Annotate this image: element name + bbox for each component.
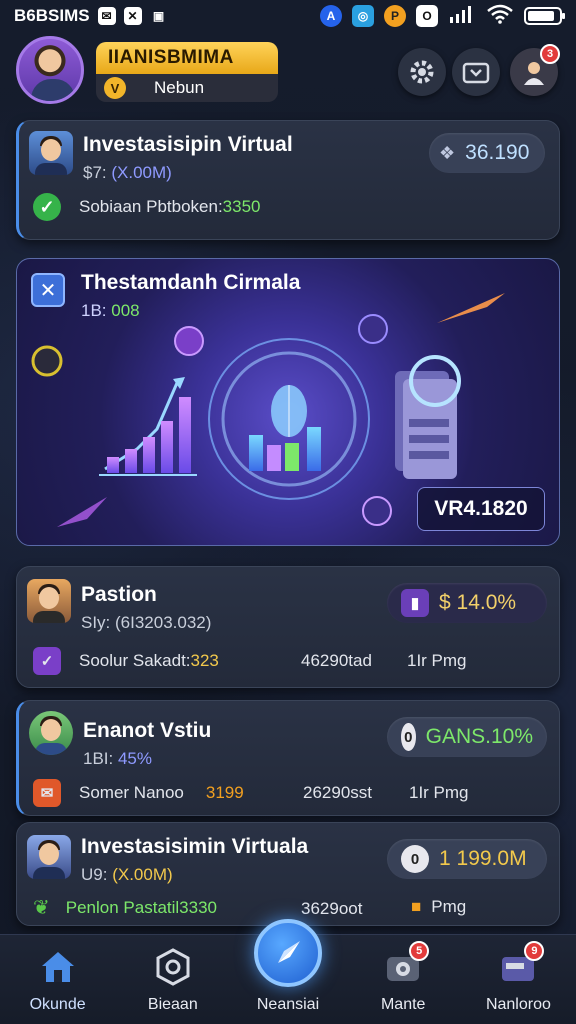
card-title: Investasisipin Virtual xyxy=(83,133,293,156)
user-avatar[interactable] xyxy=(16,36,84,104)
stat-value: 323 xyxy=(190,651,219,670)
battery-icon xyxy=(524,7,565,25)
card-subtitle: U9: (X.00M) xyxy=(81,865,173,884)
stat-meta-row: ■ Pmg xyxy=(411,897,466,917)
nav-mante[interactable]: 5 Mante xyxy=(346,935,461,1024)
value-pill[interactable]: 0 1 199.0M xyxy=(387,839,547,879)
stat-amount: 3629oot xyxy=(301,899,363,918)
wallet-icon xyxy=(462,62,490,84)
investment-card-2[interactable]: Pastion SIy: (6I3203.032) ✓ Soolur Sakad… xyxy=(16,566,560,688)
lock-icon: ▮ xyxy=(401,589,429,617)
banner-title: Thestamdanh Cirmala xyxy=(81,271,301,294)
status-time: B6BSIMS xyxy=(14,6,90,25)
bag-icon: ■ xyxy=(411,897,422,916)
check-icon: ✓ xyxy=(33,193,61,221)
close-box-icon[interactable]: ✕ xyxy=(31,273,65,307)
nav-badge: 5 xyxy=(409,941,430,961)
card-title: Pastion xyxy=(81,583,157,606)
nav-bieaan[interactable]: Bieaan xyxy=(115,935,230,1024)
card-stats-row: ✉ Somer Nanoo 3199 xyxy=(33,779,244,807)
nav-badge: 9 xyxy=(524,941,545,961)
card-title: Enanot Vstiu xyxy=(83,719,212,742)
profile-header: IIANISBMIMA V Nebun 3 xyxy=(0,34,576,110)
pill-value: 1 199.0M xyxy=(439,847,527,870)
card-thumbnail xyxy=(27,579,71,623)
card-thumbnail xyxy=(29,711,73,755)
nav-home[interactable]: Okunde xyxy=(0,935,115,1024)
pill-value: 36.190 xyxy=(465,141,530,164)
value-pill[interactable]: 0 GANS.10% xyxy=(387,717,547,757)
coin-icon: V xyxy=(104,77,126,99)
stat-label: Soolur Sakadt: xyxy=(79,651,191,670)
check-square-icon: ✓ xyxy=(33,647,61,675)
white-app-icon: O xyxy=(416,5,438,27)
nav-label: Nanloroo xyxy=(485,996,551,1013)
leaf-icon: ❦ xyxy=(33,897,50,919)
mail-icon: ✉ xyxy=(97,7,116,25)
stat-meta: 1Ir Pmg xyxy=(409,783,469,802)
card-subtitle: $7: (X.00M) xyxy=(83,163,172,182)
nav-center[interactable]: Neansiai xyxy=(230,919,345,1024)
stat-label: Penlon Pastatil xyxy=(65,897,180,917)
stack-icon: ❖ xyxy=(439,142,456,163)
value-pill[interactable]: ▮ $ 14.0% xyxy=(387,583,547,623)
pill-value: GANS.10% xyxy=(425,725,533,748)
nav-label: Okunde xyxy=(29,996,86,1013)
stat-meta: 1Ir Pmg xyxy=(407,651,467,670)
gear-icon xyxy=(410,60,434,84)
wallet-icon: 9 xyxy=(496,941,545,987)
teal-app-icon: ◎ xyxy=(352,5,374,27)
card-subtitle: 1BI: 45% xyxy=(83,749,152,768)
stat-amount: 46290tad xyxy=(301,651,372,670)
signal-icon xyxy=(448,4,476,29)
nav-label: Neansiai xyxy=(256,996,320,1013)
notification-badge: 3 xyxy=(540,44,560,64)
nav-nanloroo[interactable]: 9 Nanloroo xyxy=(461,935,576,1024)
card-thumbnail xyxy=(27,835,71,879)
coin-icon: 0 xyxy=(401,845,429,873)
card-status-row: ✓ Sobiaan Pbtboken: 3350 xyxy=(33,193,261,221)
stat-amount: 26290sst xyxy=(303,783,372,802)
coin-icon: 0 xyxy=(401,723,416,751)
profile-button[interactable]: 3 xyxy=(510,44,560,96)
banner-subtitle: 1B: 008 xyxy=(81,301,140,320)
card-stats-row: ✓ Soolur Sakadt: 323 xyxy=(33,647,219,675)
stat-meta: Pmg xyxy=(431,897,467,916)
status-label: Sobiaan Pbtboken: xyxy=(79,197,223,216)
featured-banner[interactable]: ✕ Thestamdanh Cirmala 1B: 008 VR4.1820 xyxy=(16,258,560,546)
x-icon: ✕ xyxy=(123,7,142,25)
image-icon: ▣ xyxy=(152,9,165,23)
camera-icon: 5 xyxy=(381,941,430,987)
pill-value: $ 14.0% xyxy=(439,591,517,614)
blue-app-icon: A xyxy=(320,5,342,27)
compass-icon[interactable] xyxy=(254,919,322,987)
card-subtitle: SIy: (6I3203.032) xyxy=(81,613,212,632)
hexagon-icon xyxy=(151,947,195,987)
level-badge[interactable]: IIANISBMIMA V Nebun xyxy=(96,42,278,102)
value-pill[interactable]: ❖ 36.190 xyxy=(429,133,545,173)
card-stats-row: ❦ Penlon Pastatil 3330 xyxy=(33,895,217,920)
stat-value: 3199 xyxy=(205,783,244,802)
orange-app-icon: P xyxy=(384,5,406,27)
stat-value: 3330 xyxy=(179,897,217,917)
badge-subtitle: Nebun xyxy=(154,78,205,97)
home-icon xyxy=(36,947,80,987)
nav-label: Mante xyxy=(380,996,426,1013)
nav-label: Bieaan xyxy=(147,996,198,1013)
mail-open-icon: ✉ xyxy=(33,779,61,807)
wifi-icon xyxy=(486,4,514,29)
badge-title: IIANISBMIMA xyxy=(96,42,278,74)
bottom-navigation: Okunde Bieaan Neansiai 5 Mante 9 Nanloro… xyxy=(0,919,576,1024)
investment-card-3[interactable]: Enanot Vstiu 1BI: 45% ✉ Somer Nanoo 3199… xyxy=(16,700,560,816)
investment-card-4[interactable]: Investasisimin Virtuala U9: (X.00M) ❦ Pe… xyxy=(16,822,560,926)
investment-card-1[interactable]: Investasisipin Virtual $7: (X.00M) ✓ Sob… xyxy=(16,120,560,240)
card-title: Investasisimin Virtuala xyxy=(81,835,309,858)
status-bar: B6BSIMS ✉ ✕ ▣ A ◎ P O xyxy=(0,0,576,32)
banner-value[interactable]: VR4.1820 xyxy=(417,487,545,531)
settings-button[interactable] xyxy=(398,48,446,96)
wallet-button[interactable] xyxy=(452,48,500,96)
stat-label: Somer Nanoo xyxy=(79,783,184,802)
card-thumbnail xyxy=(29,131,73,175)
status-value: 3350 xyxy=(222,197,261,216)
